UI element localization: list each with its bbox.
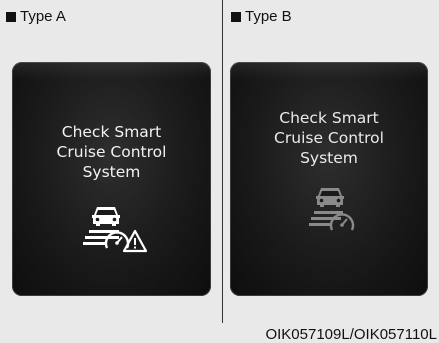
message-line: Cruise Control bbox=[56, 143, 167, 161]
message-line: System bbox=[82, 163, 141, 181]
warning-message: Check Smart Cruise Control System bbox=[12, 122, 211, 182]
cluster-display-type-a: Check Smart Cruise Control System bbox=[12, 62, 211, 296]
message-line: Check Smart bbox=[61, 123, 162, 141]
smart-cruise-warning-icon bbox=[83, 207, 147, 253]
type-b-label: Type B bbox=[231, 8, 292, 25]
type-a-label: Type A bbox=[6, 8, 66, 25]
cluster-display-type-b: Check Smart Cruise Control System bbox=[230, 62, 428, 296]
type-b-label-text: Type B bbox=[245, 8, 292, 25]
message-line: Check Smart bbox=[279, 109, 379, 127]
square-bullet-icon bbox=[231, 11, 241, 22]
smart-cruise-gray-icon bbox=[309, 188, 355, 231]
warning-message: Check Smart Cruise Control System bbox=[230, 108, 428, 168]
message-line: Cruise Control bbox=[274, 129, 384, 147]
square-bullet-icon bbox=[6, 11, 16, 22]
divider bbox=[222, 0, 223, 323]
image-code: OIK057109L/OIK057110L bbox=[265, 326, 437, 343]
type-a-label-text: Type A bbox=[20, 8, 66, 25]
message-line: System bbox=[300, 149, 358, 167]
